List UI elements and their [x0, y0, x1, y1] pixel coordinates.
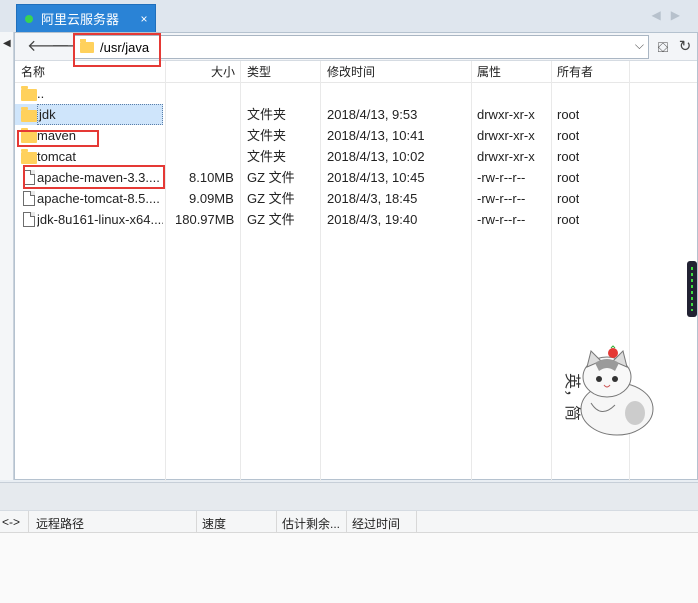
file-name: maven — [37, 128, 77, 143]
file-row-jdk[interactable]: jdk 文件夹 2018/4/13, 9:53 drwxr-xr-x root — [15, 104, 697, 125]
file-owner: root — [557, 149, 580, 164]
path-input[interactable] — [100, 39, 620, 55]
folder-icon — [80, 38, 94, 53]
path-input-box[interactable]: ⌵ — [73, 35, 649, 59]
tab-title: 阿里云服务器 — [41, 12, 120, 27]
file-type: 文件夹 — [247, 149, 287, 164]
folder-icon — [21, 128, 37, 143]
transfer-header: <-> 远程路径 速度 估计剩余... 经过时间 — [0, 511, 698, 533]
file-modified: 2018/4/3, 19:40 — [327, 212, 418, 227]
file-name: apache-maven-3.3.... — [37, 170, 160, 185]
back-arrow-icon[interactable]: 🡐 — [27, 37, 70, 57]
column-elapsed[interactable]: 经过时间 — [352, 515, 400, 532]
file-attributes: -rw-r--r-- — [477, 170, 526, 185]
file-attributes: -rw-r--r-- — [477, 212, 526, 227]
file-owner: root — [557, 212, 580, 227]
transfer-queue-panel: <-> 远程路径 速度 估计剩余... 经过时间 — [0, 482, 698, 603]
file-row-maven[interactable]: maven 文件夹 2018/4/13, 10:41 drwxr-xr-x ro… — [15, 125, 697, 146]
file-row-parent[interactable]: .. — [15, 83, 697, 104]
file-attributes: drwxr-xr-x — [477, 128, 535, 143]
column-modified[interactable]: 修改时间 — [327, 61, 375, 83]
column-direction[interactable]: <-> — [2, 515, 20, 529]
file-icon — [23, 212, 35, 227]
file-size: 180.97MB — [175, 212, 235, 227]
forward-arrow-icon[interactable]: 🡒 — [51, 37, 94, 57]
chevron-down-icon[interactable]: ⌵ — [635, 38, 644, 53]
file-type: GZ 文件 — [247, 212, 295, 227]
column-divider — [416, 511, 417, 533]
left-collapse-strip[interactable]: ◀ — [0, 32, 14, 480]
side-scroll-handle[interactable] — [687, 261, 697, 317]
file-modified: 2018/4/13, 9:53 — [327, 107, 418, 122]
file-row-apache-maven[interactable]: apache-maven-3.3.... 8.10MB GZ 文件 2018/4… — [15, 167, 697, 188]
transfer-list — [0, 533, 698, 603]
remote-file-panel: 🡐 🡒 ⌵ ⛋ ↻ 名称 大小 类型 修改时间 属性 所有者 .. jdk — [14, 32, 698, 481]
close-tab-icon[interactable]: × — [137, 12, 151, 26]
file-icon — [23, 170, 35, 185]
file-name: jdk — [37, 104, 163, 125]
folder-icon — [21, 86, 37, 101]
file-owner: root — [557, 107, 580, 122]
file-owner: root — [557, 170, 580, 185]
tab-aliyun-server[interactable]: 阿里云服务器 × — [16, 4, 156, 32]
file-modified: 2018/4/13, 10:45 — [327, 170, 425, 185]
file-attributes: drwxr-xr-x — [477, 107, 535, 122]
file-name: tomcat — [37, 149, 77, 164]
folder-icon — [21, 149, 37, 164]
column-attributes[interactable]: 属性 — [477, 61, 501, 83]
file-owner: root — [557, 191, 580, 206]
column-divider — [276, 511, 277, 533]
transfer-toolbar — [0, 483, 698, 511]
file-name: apache-tomcat-8.5.... — [37, 191, 160, 206]
file-name: .. — [37, 86, 45, 101]
file-row-jdk-archive[interactable]: jdk-8u161-linux-x64.... 180.97MB GZ 文件 2… — [15, 209, 697, 230]
file-modified: 2018/4/13, 10:02 — [327, 149, 425, 164]
upload-folder-icon[interactable]: ⛋ — [653, 37, 673, 57]
file-type: 文件夹 — [247, 128, 287, 143]
file-size: 8.10MB — [189, 170, 234, 185]
collapse-arrow-icon[interactable]: ◀ — [3, 38, 11, 49]
column-divider — [196, 511, 197, 533]
column-size[interactable]: 大小 — [211, 61, 235, 83]
file-type: GZ 文件 — [247, 191, 295, 206]
file-list-header: 名称 大小 类型 修改时间 属性 所有者 — [15, 61, 697, 83]
file-name: jdk-8u161-linux-x64.... — [37, 212, 163, 227]
file-attributes: -rw-r--r-- — [477, 191, 526, 206]
column-remote-path[interactable]: 远程路径 — [36, 515, 84, 532]
file-size: 9.09MB — [189, 191, 234, 206]
file-row-apache-tomcat[interactable]: apache-tomcat-8.5.... 9.09MB GZ 文件 2018/… — [15, 188, 697, 209]
file-modified: 2018/4/3, 18:45 — [327, 191, 418, 206]
refresh-icon[interactable]: ↻ — [675, 37, 695, 57]
tab-scroll-arrows[interactable]: ◀▶ — [652, 8, 690, 22]
file-owner: root — [557, 128, 580, 143]
cat-sticker-image: 英，简 — [563, 345, 654, 436]
column-owner[interactable]: 所有者 — [557, 61, 593, 83]
column-eta[interactable]: 估计剩余... — [282, 515, 340, 532]
column-type[interactable]: 类型 — [247, 61, 271, 83]
file-attributes: drwxr-xr-x — [477, 149, 535, 164]
connection-status-icon — [25, 14, 33, 23]
file-row-tomcat[interactable]: tomcat 文件夹 2018/4/13, 10:02 drwxr-xr-x r… — [15, 146, 697, 167]
path-toolbar: 🡐 🡒 ⌵ ⛋ ↻ — [15, 33, 697, 61]
column-speed[interactable]: 速度 — [202, 515, 226, 532]
file-type: 文件夹 — [247, 107, 287, 122]
file-icon — [23, 191, 35, 206]
file-type: GZ 文件 — [247, 170, 295, 185]
folder-icon — [21, 107, 37, 122]
sticker-text: 英，简 — [563, 373, 582, 421]
column-divider — [346, 511, 347, 533]
file-modified: 2018/4/13, 10:41 — [327, 128, 425, 143]
column-divider — [28, 511, 29, 533]
tab-strip: 阿里云服务器 × ◀▶ — [0, 0, 698, 32]
column-name[interactable]: 名称 — [21, 61, 45, 83]
file-list: .. jdk 文件夹 2018/4/13, 9:53 drwxr-xr-x ro… — [15, 83, 697, 230]
